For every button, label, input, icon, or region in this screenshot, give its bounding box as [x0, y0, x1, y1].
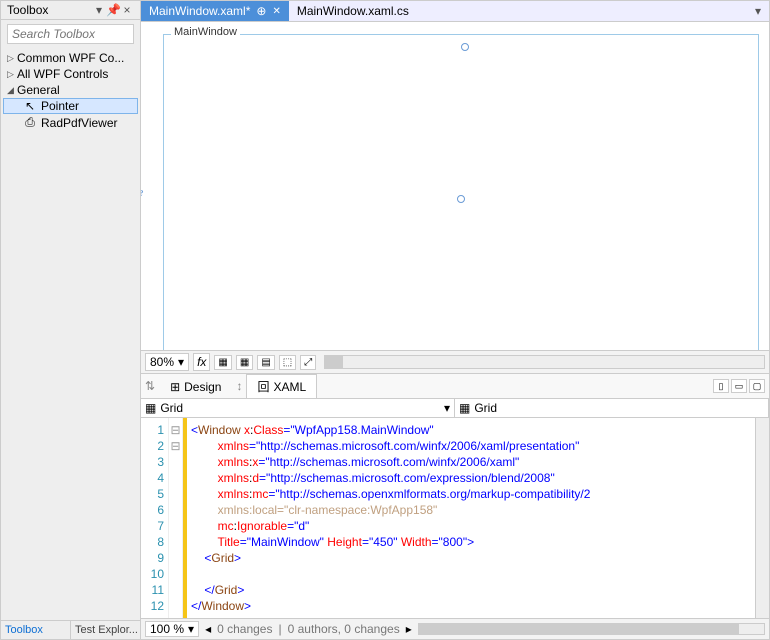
pin-icon[interactable]: 📌 [106, 3, 120, 17]
zoom-combo[interactable]: 80%▾ [145, 353, 189, 371]
chevron-down-icon: ▾ [444, 401, 450, 415]
snap-lines-button[interactable]: ▤ [257, 355, 274, 370]
design-tab[interactable]: ⊞Design [159, 376, 232, 397]
design-window-frame[interactable] [163, 34, 759, 350]
center-marker-icon [457, 195, 465, 203]
designer-toolbar: 80%▾ fx ▦ ▦ ▤ ⬚ ⤢ [141, 350, 769, 374]
code-vscroll[interactable] [755, 418, 769, 618]
toolbox-tree: ▷Common WPF Co... ▷All WPF Controls ◢Gen… [1, 48, 140, 620]
xaml-tab[interactable]: 回XAML [246, 374, 317, 398]
tab-mainwindow-xaml[interactable]: MainWindow.xaml*⊕✕ [141, 1, 289, 21]
split-horizontal-button[interactable]: ▭ [731, 379, 747, 393]
design-window-title: MainWindow [171, 26, 240, 38]
chevron-down-icon: ◢ [7, 85, 17, 96]
grid-icon: ▦ [145, 401, 156, 415]
changes-indicator-1[interactable]: 0 changes [217, 622, 272, 636]
designer-hscroll[interactable] [324, 355, 765, 369]
element-path-bar: ▦Grid▾ ▦Grid [141, 399, 769, 418]
toolbox-dropdown-icon[interactable]: ▾ [92, 3, 106, 17]
element-path-right[interactable]: ▦Grid [455, 399, 769, 417]
main-area: MainWindow.xaml*⊕✕ MainWindow.xaml.cs ▾ … [141, 1, 769, 639]
toolbox-title: Toolbox [7, 3, 92, 17]
scrollbar-thumb[interactable] [419, 624, 739, 634]
fx-button[interactable]: fx [193, 353, 210, 371]
toolbox-node-all-wpf[interactable]: ▷All WPF Controls [3, 66, 138, 82]
toolbox-search-input[interactable] [7, 24, 134, 44]
resize-handle-top[interactable] [461, 43, 469, 51]
swap-panes-icon[interactable]: ⇅ [141, 379, 159, 393]
chevron-down-icon: ▾ [188, 622, 194, 636]
design-xaml-split: ⇅ ⊞Design ↕ 回XAML ▯ ▭ ▢ [141, 374, 769, 399]
toolbox-bottom-tabs: Toolbox Test Explor... [1, 620, 140, 639]
toolbox-item-radpdfviewer[interactable]: ⎙RadPdfViewer [3, 114, 138, 131]
pdf-icon: ⎙ [23, 115, 37, 130]
pointer-icon: ↖ [23, 99, 37, 113]
pin-tab-icon[interactable]: ⊕ [256, 4, 266, 18]
changes-indicator-2[interactable]: 0 authors, 0 changes [288, 622, 400, 636]
tab-mainwindow-xaml-cs[interactable]: MainWindow.xaml.cs [289, 1, 417, 21]
xaml-icon: 回 [257, 378, 269, 395]
designer-surface[interactable]: ℯ MainWindow [141, 22, 769, 350]
close-icon[interactable]: × [120, 3, 134, 17]
code-editor[interactable]: 123456789101112 ⊟⊟ <Window x:Class="WpfA… [141, 418, 769, 618]
resize-handle-left[interactable]: ℯ [141, 186, 153, 202]
fold-gutter[interactable]: ⊟⊟ [169, 418, 183, 618]
close-tab-icon[interactable]: ✕ [272, 6, 280, 17]
line-numbers: 123456789101112 [141, 418, 169, 618]
scrollbar-thumb[interactable] [325, 356, 343, 368]
expand-pane-button[interactable]: ▢ [749, 379, 765, 393]
grid-icon: ▦ [459, 401, 470, 415]
collapse-icon[interactable]: ↕ [232, 379, 246, 393]
tab-test-explorer[interactable]: Test Explor... [70, 621, 140, 639]
grid-snap-button[interactable]: ▦ [214, 355, 231, 370]
tab-toolbox[interactable]: Toolbox [1, 621, 70, 639]
split-vertical-button[interactable]: ▯ [713, 379, 729, 393]
code-hscroll[interactable] [418, 623, 765, 635]
chevron-right-icon: ▷ [7, 69, 17, 80]
layout-button[interactable]: ⬚ [279, 355, 296, 370]
toolbox-panel: Toolbox ▾ 📌 × ▷Common WPF Co... ▷All WPF… [1, 1, 141, 639]
nav-forward-icon[interactable]: ▸ [406, 622, 412, 636]
document-tabs: MainWindow.xaml*⊕✕ MainWindow.xaml.cs ▾ [141, 1, 769, 22]
tabs-overflow-icon[interactable]: ▾ [747, 2, 769, 20]
toolbox-node-general[interactable]: ◢General [3, 82, 138, 98]
grid-snap-button-2[interactable]: ▦ [236, 355, 253, 370]
chevron-down-icon: ▾ [178, 355, 184, 369]
status-bar: 100 %▾ ◂ 0 changes | 0 authors, 0 change… [141, 618, 769, 639]
toolbox-item-pointer[interactable]: ↖Pointer [3, 98, 138, 114]
nav-back-icon[interactable]: ◂ [205, 622, 211, 636]
design-icon: ⊞ [170, 380, 180, 394]
element-path-left[interactable]: ▦Grid▾ [141, 399, 455, 417]
toolbox-header: Toolbox ▾ 📌 × [1, 1, 140, 20]
chevron-right-icon: ▷ [7, 53, 17, 64]
toolbox-node-common-wpf[interactable]: ▷Common WPF Co... [3, 50, 138, 66]
code-zoom-combo[interactable]: 100 %▾ [145, 621, 199, 637]
tools-button[interactable]: ⤢ [300, 355, 316, 370]
code-text[interactable]: <Window x:Class="WpfApp158.MainWindow" x… [187, 418, 755, 618]
